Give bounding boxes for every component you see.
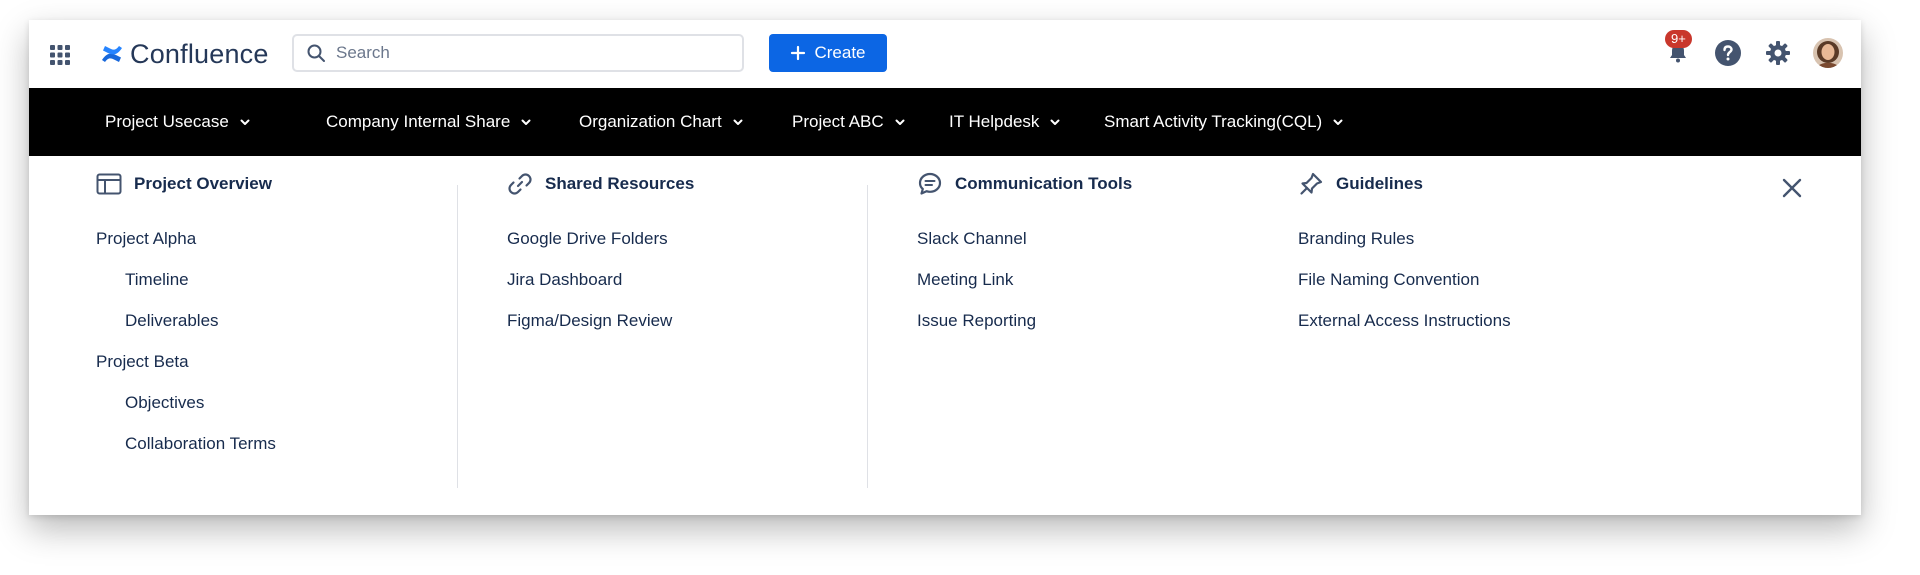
menu-link-meeting-link[interactable]: Meeting Link xyxy=(917,259,1132,300)
column-header: Shared Resources xyxy=(507,170,694,198)
menu-link-jira-dashboard[interactable]: Jira Dashboard xyxy=(507,259,694,300)
space-navigation-bar: Project Usecase Company Internal Share O… xyxy=(29,88,1861,156)
column-header: Communication Tools xyxy=(917,170,1132,198)
search-field[interactable] xyxy=(292,34,744,72)
app-name: Confluence xyxy=(130,38,269,69)
notifications-button[interactable]: 9+ xyxy=(1663,30,1693,68)
app-switcher-icon[interactable] xyxy=(49,44,71,66)
help-icon xyxy=(1715,40,1741,66)
create-button[interactable]: Create xyxy=(769,34,887,72)
link-list: Branding Rules File Naming Convention Ex… xyxy=(1298,218,1511,341)
nav-item-project-abc[interactable]: Project ABC xyxy=(792,88,906,156)
menu-link-slack-channel[interactable]: Slack Channel xyxy=(917,218,1132,259)
chat-icon xyxy=(918,172,942,195)
chevron-down-icon xyxy=(895,119,905,125)
column-header: Project Overview xyxy=(96,170,276,198)
menu-link-branding-rules[interactable]: Branding Rules xyxy=(1298,218,1511,259)
nav-item-label: Company Internal Share xyxy=(326,112,511,131)
nav-item-label: Organization Chart xyxy=(579,112,722,131)
chevron-down-icon xyxy=(240,119,250,125)
column-title: Guidelines xyxy=(1336,174,1423,193)
avatar-image xyxy=(1813,38,1843,68)
confluence-logo[interactable]: Confluence xyxy=(100,38,269,70)
menu-column-shared-resources: Shared Resources Google Drive Folders Ji… xyxy=(507,170,694,341)
user-avatar[interactable] xyxy=(1813,38,1843,68)
create-button-label: Create xyxy=(814,43,866,62)
chevron-down-icon xyxy=(733,119,743,125)
menu-link-issue-reporting[interactable]: Issue Reporting xyxy=(917,300,1132,341)
nav-item-organization-chart[interactable]: Organization Chart xyxy=(579,88,744,156)
settings-button[interactable] xyxy=(1763,38,1793,68)
nav-item-smart-activity-tracking[interactable]: Smart Activity Tracking(CQL) xyxy=(1104,88,1344,156)
chevron-down-icon xyxy=(521,119,531,125)
top-bar-actions: 9+ xyxy=(1663,30,1843,72)
confluence-logo-icon xyxy=(102,46,122,62)
link-list: Slack Channel Meeting Link Issue Reporti… xyxy=(917,218,1132,341)
nav-item-project-usecase[interactable]: Project Usecase xyxy=(105,88,251,156)
menu-link-figma-design-review[interactable]: Figma/Design Review xyxy=(507,300,694,341)
menu-link-google-drive-folders[interactable]: Google Drive Folders xyxy=(507,218,694,259)
nav-item-label: Smart Activity Tracking(CQL) xyxy=(1104,112,1323,131)
column-title: Shared Resources xyxy=(545,174,695,193)
search-icon xyxy=(307,44,325,62)
column-divider xyxy=(867,185,868,488)
menu-link-project-beta[interactable]: Project Beta xyxy=(96,341,276,382)
pin-icon xyxy=(1300,172,1323,195)
nav-item-label: Project Usecase xyxy=(105,112,229,131)
link-list: Google Drive Folders Jira Dashboard Figm… xyxy=(507,218,694,341)
nav-item-company-internal-share[interactable]: Company Internal Share xyxy=(326,88,532,156)
plus-icon xyxy=(791,45,806,61)
menu-column-guidelines: Guidelines Branding Rules File Naming Co… xyxy=(1298,170,1511,341)
chevron-down-icon xyxy=(1050,119,1060,125)
column-divider xyxy=(457,185,458,488)
column-title: Project Overview xyxy=(134,174,272,193)
chevron-down-icon xyxy=(1333,119,1343,125)
column-header: Guidelines xyxy=(1298,170,1511,198)
notification-badge: 9+ xyxy=(1665,30,1692,48)
search-input[interactable] xyxy=(336,43,716,63)
menu-link-collaboration-terms[interactable]: Collaboration Terms xyxy=(96,423,276,464)
menu-link-project-alpha[interactable]: Project Alpha xyxy=(96,218,276,259)
column-title: Communication Tools xyxy=(955,174,1133,193)
nav-item-label: IT Helpdesk xyxy=(949,112,1040,131)
gear-icon xyxy=(1766,41,1790,65)
app-window: Confluence Create 9+ xyxy=(29,20,1861,515)
menu-column-communication-tools: Communication Tools Slack Channel Meetin… xyxy=(917,170,1132,341)
menu-link-objectives[interactable]: Objectives xyxy=(96,382,276,423)
menu-link-file-naming-convention[interactable]: File Naming Convention xyxy=(1298,259,1511,300)
nav-item-it-helpdesk[interactable]: IT Helpdesk xyxy=(949,88,1061,156)
link-icon xyxy=(508,173,532,195)
top-bar: Confluence Create 9+ xyxy=(29,20,1861,88)
help-button[interactable] xyxy=(1713,38,1743,68)
menu-column-project-overview: Project Overview Project Alpha Timeline … xyxy=(96,170,276,464)
link-list: Project Alpha Timeline Deliverables Proj… xyxy=(96,218,276,464)
menu-link-timeline[interactable]: Timeline xyxy=(96,259,276,300)
layout-icon xyxy=(96,173,122,195)
close-icon[interactable] xyxy=(1779,175,1805,201)
nav-item-label: Project ABC xyxy=(792,112,884,131)
menu-link-external-access-instructions[interactable]: External Access Instructions xyxy=(1298,300,1511,341)
menu-link-deliverables[interactable]: Deliverables xyxy=(96,300,276,341)
